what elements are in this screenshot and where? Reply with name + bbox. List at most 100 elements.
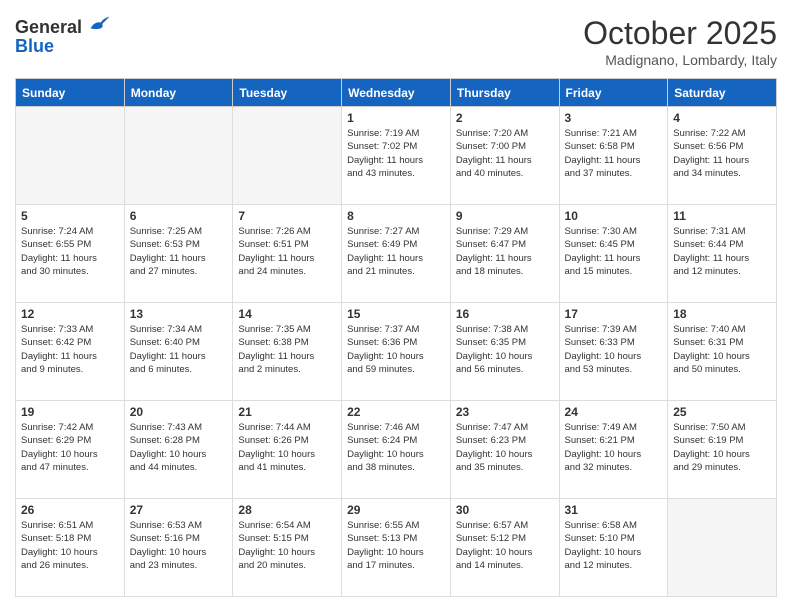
week-row-3: 19 Sunrise: 7:42 AM Sunset: 6:29 PM Dayli… bbox=[16, 401, 777, 499]
calendar-cell: 9 Sunrise: 7:29 AM Sunset: 6:47 PM Daylig… bbox=[450, 205, 559, 303]
day-number: 21 bbox=[238, 405, 336, 419]
logo-blue-text: Blue bbox=[15, 36, 111, 57]
calendar-cell: 15 Sunrise: 7:37 AM Sunset: 6:36 PM Dayli… bbox=[342, 303, 451, 401]
calendar-cell: 23 Sunrise: 7:47 AM Sunset: 6:23 PM Dayli… bbox=[450, 401, 559, 499]
day-number: 6 bbox=[130, 209, 228, 223]
day-number: 24 bbox=[565, 405, 663, 419]
calendar-cell: 4 Sunrise: 7:22 AM Sunset: 6:56 PM Daylig… bbox=[668, 107, 777, 205]
day-info: Sunrise: 7:31 AM Sunset: 6:44 PM Dayligh… bbox=[673, 225, 771, 278]
calendar-cell: 25 Sunrise: 7:50 AM Sunset: 6:19 PM Dayli… bbox=[668, 401, 777, 499]
day-info: Sunrise: 7:19 AM Sunset: 7:02 PM Dayligh… bbox=[347, 127, 445, 180]
calendar-cell: 6 Sunrise: 7:25 AM Sunset: 6:53 PM Daylig… bbox=[124, 205, 233, 303]
day-number: 31 bbox=[565, 503, 663, 517]
day-number: 7 bbox=[238, 209, 336, 223]
calendar-body: 1 Sunrise: 7:19 AM Sunset: 7:02 PM Daylig… bbox=[16, 107, 777, 597]
day-info: Sunrise: 7:50 AM Sunset: 6:19 PM Dayligh… bbox=[673, 421, 771, 474]
day-info: Sunrise: 7:35 AM Sunset: 6:38 PM Dayligh… bbox=[238, 323, 336, 376]
day-info: Sunrise: 7:25 AM Sunset: 6:53 PM Dayligh… bbox=[130, 225, 228, 278]
day-info: Sunrise: 7:21 AM Sunset: 6:58 PM Dayligh… bbox=[565, 127, 663, 180]
calendar-cell: 29Sunrise: 6:55 AM Sunset: 5:13 PM Dayli… bbox=[342, 499, 451, 597]
calendar-cell: 2 Sunrise: 7:20 AM Sunset: 7:00 PM Daylig… bbox=[450, 107, 559, 205]
day-info: Sunrise: 7:43 AM Sunset: 6:28 PM Dayligh… bbox=[130, 421, 228, 474]
day-info: Sunrise: 7:22 AM Sunset: 6:56 PM Dayligh… bbox=[673, 127, 771, 180]
day-number: 9 bbox=[456, 209, 554, 223]
month-title: October 2025 bbox=[583, 15, 777, 52]
calendar-cell: 8Sunrise: 7:27 AM Sunset: 6:49 PM Daylig… bbox=[342, 205, 451, 303]
day-number: 19 bbox=[21, 405, 119, 419]
calendar-cell bbox=[233, 107, 342, 205]
calendar-table: SundayMondayTuesdayWednesdayThursdayFrid… bbox=[15, 78, 777, 597]
calendar-cell: 21Sunrise: 7:44 AM Sunset: 6:26 PM Dayli… bbox=[233, 401, 342, 499]
day-number: 17 bbox=[565, 307, 663, 321]
calendar-cell bbox=[668, 499, 777, 597]
day-info: Sunrise: 6:51 AM Sunset: 5:18 PM Dayligh… bbox=[21, 519, 119, 572]
day-header-tuesday: Tuesday bbox=[233, 79, 342, 107]
day-number: 15 bbox=[347, 307, 445, 321]
calendar-cell: 19 Sunrise: 7:42 AM Sunset: 6:29 PM Dayli… bbox=[16, 401, 125, 499]
day-info: Sunrise: 7:33 AM Sunset: 6:42 PM Dayligh… bbox=[21, 323, 119, 376]
day-number: 25 bbox=[673, 405, 771, 419]
title-block: October 2025 Madignano, Lombardy, Italy bbox=[583, 15, 777, 68]
day-number: 22 bbox=[347, 405, 445, 419]
day-info: Sunrise: 7:49 AM Sunset: 6:21 PM Dayligh… bbox=[565, 421, 663, 474]
day-number: 27 bbox=[130, 503, 228, 517]
day-number: 1 bbox=[347, 111, 445, 125]
header: General Blue October 2025 Madignano, Lom… bbox=[15, 15, 777, 68]
day-info: Sunrise: 6:54 AM Sunset: 5:15 PM Dayligh… bbox=[238, 519, 336, 572]
day-info: Sunrise: 7:46 AM Sunset: 6:24 PM Dayligh… bbox=[347, 421, 445, 474]
calendar-cell bbox=[124, 107, 233, 205]
day-header-saturday: Saturday bbox=[668, 79, 777, 107]
day-number: 26 bbox=[21, 503, 119, 517]
day-info: Sunrise: 7:20 AM Sunset: 7:00 PM Dayligh… bbox=[456, 127, 554, 180]
calendar-cell: 1 Sunrise: 7:19 AM Sunset: 7:02 PM Daylig… bbox=[342, 107, 451, 205]
day-info: Sunrise: 7:30 AM Sunset: 6:45 PM Dayligh… bbox=[565, 225, 663, 278]
logo: General Blue bbox=[15, 15, 111, 57]
day-number: 29 bbox=[347, 503, 445, 517]
day-number: 13 bbox=[130, 307, 228, 321]
day-info: Sunrise: 6:53 AM Sunset: 5:16 PM Dayligh… bbox=[130, 519, 228, 572]
calendar-cell: 12 Sunrise: 7:33 AM Sunset: 6:42 PM Dayli… bbox=[16, 303, 125, 401]
day-number: 8 bbox=[347, 209, 445, 223]
day-info: Sunrise: 7:38 AM Sunset: 6:35 PM Dayligh… bbox=[456, 323, 554, 376]
day-number: 20 bbox=[130, 405, 228, 419]
calendar-cell: 13 Sunrise: 7:34 AM Sunset: 6:40 PM Dayli… bbox=[124, 303, 233, 401]
day-info: Sunrise: 7:42 AM Sunset: 6:29 PM Dayligh… bbox=[21, 421, 119, 474]
day-header-wednesday: Wednesday bbox=[342, 79, 451, 107]
calendar-cell: 7Sunrise: 7:26 AM Sunset: 6:51 PM Daylig… bbox=[233, 205, 342, 303]
calendar-cell: 20 Sunrise: 7:43 AM Sunset: 6:28 PM Dayli… bbox=[124, 401, 233, 499]
day-number: 12 bbox=[21, 307, 119, 321]
week-row-1: 5Sunrise: 7:24 AM Sunset: 6:55 PM Daylig… bbox=[16, 205, 777, 303]
calendar-cell: 28 Sunrise: 6:54 AM Sunset: 5:15 PM Dayli… bbox=[233, 499, 342, 597]
day-number: 4 bbox=[673, 111, 771, 125]
day-info: Sunrise: 7:47 AM Sunset: 6:23 PM Dayligh… bbox=[456, 421, 554, 474]
day-number: 14 bbox=[238, 307, 336, 321]
page: General Blue October 2025 Madignano, Lom… bbox=[0, 0, 792, 612]
week-row-0: 1 Sunrise: 7:19 AM Sunset: 7:02 PM Daylig… bbox=[16, 107, 777, 205]
calendar-cell: 30Sunrise: 6:57 AM Sunset: 5:12 PM Dayli… bbox=[450, 499, 559, 597]
day-number: 18 bbox=[673, 307, 771, 321]
calendar-cell: 10 Sunrise: 7:30 AM Sunset: 6:45 PM Dayli… bbox=[559, 205, 668, 303]
calendar-cell: 22 Sunrise: 7:46 AM Sunset: 6:24 PM Dayli… bbox=[342, 401, 451, 499]
day-info: Sunrise: 7:37 AM Sunset: 6:36 PM Dayligh… bbox=[347, 323, 445, 376]
logo-bird-icon bbox=[89, 15, 111, 33]
day-number: 2 bbox=[456, 111, 554, 125]
day-header-thursday: Thursday bbox=[450, 79, 559, 107]
day-info: Sunrise: 7:40 AM Sunset: 6:31 PM Dayligh… bbox=[673, 323, 771, 376]
calendar-cell: 3Sunrise: 7:21 AM Sunset: 6:58 PM Daylig… bbox=[559, 107, 668, 205]
day-number: 28 bbox=[238, 503, 336, 517]
calendar-cell: 18 Sunrise: 7:40 AM Sunset: 6:31 PM Dayli… bbox=[668, 303, 777, 401]
calendar-cell bbox=[16, 107, 125, 205]
day-info: Sunrise: 7:39 AM Sunset: 6:33 PM Dayligh… bbox=[565, 323, 663, 376]
calendar-cell: 14 Sunrise: 7:35 AM Sunset: 6:38 PM Dayli… bbox=[233, 303, 342, 401]
calendar-header-row: SundayMondayTuesdayWednesdayThursdayFrid… bbox=[16, 79, 777, 107]
day-number: 10 bbox=[565, 209, 663, 223]
calendar-cell: 16Sunrise: 7:38 AM Sunset: 6:35 PM Dayli… bbox=[450, 303, 559, 401]
week-row-4: 26 Sunrise: 6:51 AM Sunset: 5:18 PM Dayli… bbox=[16, 499, 777, 597]
calendar-cell: 11Sunrise: 7:31 AM Sunset: 6:44 PM Dayli… bbox=[668, 205, 777, 303]
location: Madignano, Lombardy, Italy bbox=[583, 52, 777, 68]
day-info: Sunrise: 6:57 AM Sunset: 5:12 PM Dayligh… bbox=[456, 519, 554, 572]
day-number: 23 bbox=[456, 405, 554, 419]
day-info: Sunrise: 7:34 AM Sunset: 6:40 PM Dayligh… bbox=[130, 323, 228, 376]
day-info: Sunrise: 7:29 AM Sunset: 6:47 PM Dayligh… bbox=[456, 225, 554, 278]
day-info: Sunrise: 7:24 AM Sunset: 6:55 PM Dayligh… bbox=[21, 225, 119, 278]
